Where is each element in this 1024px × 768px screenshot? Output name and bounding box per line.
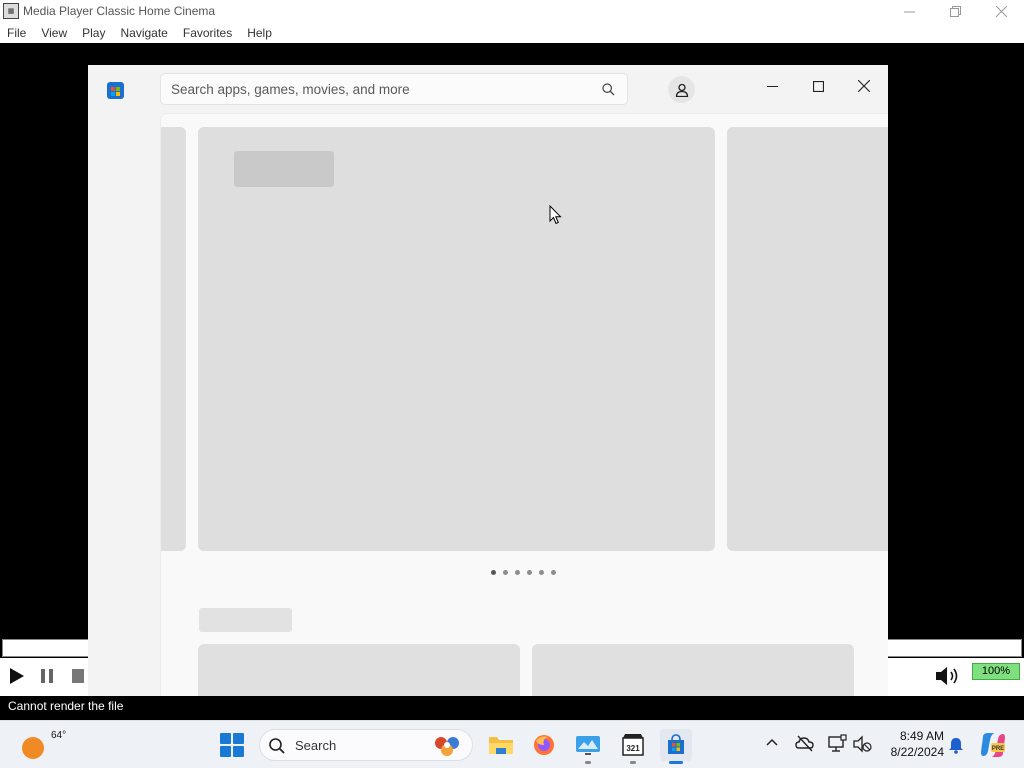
active-indicator <box>669 761 683 764</box>
taskbar-firefox[interactable] <box>528 729 560 761</box>
close-icon <box>995 5 1007 17</box>
media-player-classic-icon: 321 <box>622 734 644 756</box>
store-icon <box>668 734 684 754</box>
running-indicator <box>630 761 636 764</box>
status-bar: Cannot render the file <box>0 696 1024 720</box>
taskbar-media-player-classic[interactable]: 321 <box>617 729 649 764</box>
carousel-dot[interactable] <box>527 570 532 575</box>
close-button[interactable] <box>978 0 1024 22</box>
app-card-placeholder[interactable] <box>532 644 854 696</box>
carousel-dot[interactable] <box>551 570 556 575</box>
taskbar-search[interactable]: Search <box>259 729 473 761</box>
mouse-cursor-icon <box>549 205 562 225</box>
play-icon <box>10 668 24 684</box>
menu-navigate[interactable]: Navigate <box>113 26 175 40</box>
network-icon[interactable] <box>827 734 847 754</box>
carousel-dot[interactable] <box>491 570 496 575</box>
volume-slider[interactable]: 100% <box>972 663 1020 680</box>
menu-play[interactable]: Play <box>75 26 113 40</box>
menu-help[interactable]: Help <box>240 26 280 40</box>
minimize-icon <box>903 11 915 12</box>
pause-button[interactable] <box>35 664 59 688</box>
running-indicator <box>585 761 591 764</box>
carousel-dots <box>491 570 556 575</box>
store-search-box[interactable] <box>160 73 628 105</box>
search-icon <box>269 738 285 754</box>
taskbar-file-explorer[interactable] <box>485 729 517 761</box>
maximize-icon <box>812 80 824 92</box>
minimize-button[interactable] <box>886 0 932 22</box>
window-title: Media Player Classic Home Cinema <box>23 4 216 18</box>
hero-card-main[interactable] <box>198 127 715 551</box>
system-clock[interactable]: 8:49 AM 8/22/2024 <box>880 728 944 760</box>
mpc-window-controls <box>886 0 1024 22</box>
taskbar: 64° Search 321 8:49 AM 8/22/2024 PRE <box>0 720 1024 768</box>
volume-icon[interactable] <box>934 664 962 688</box>
search-icon[interactable] <box>602 83 615 96</box>
clock-date: 8/22/2024 <box>890 745 944 759</box>
play-button[interactable] <box>5 664 29 688</box>
menu-view[interactable]: View <box>34 26 75 40</box>
remote-desktop-icon <box>576 736 600 755</box>
clock-time: 8:49 AM <box>899 729 944 743</box>
taskbar-search-label: Search <box>295 738 337 753</box>
store-search-input[interactable] <box>171 74 591 104</box>
mpc-titlebar: ▦ Media Player Classic Home Cinema <box>0 0 1024 22</box>
firefox-icon <box>534 735 554 755</box>
folder-icon <box>489 737 513 754</box>
carousel-dot[interactable] <box>503 570 508 575</box>
start-button[interactable] <box>220 733 244 757</box>
taskbar-microsoft-store[interactable] <box>660 729 692 764</box>
stop-button[interactable] <box>66 664 90 688</box>
taskbar-remote-desktop[interactable] <box>572 729 604 764</box>
chevron-up-icon[interactable] <box>765 735 779 749</box>
weather-temperature: 64° <box>51 730 67 741</box>
section-title-placeholder <box>199 608 292 632</box>
app-card-placeholder[interactable] <box>198 644 520 696</box>
store-close-button[interactable] <box>841 71 887 101</box>
restore-icon <box>949 5 961 17</box>
restore-button[interactable] <box>932 0 978 22</box>
weather-widget[interactable]: 64° <box>20 729 66 759</box>
store-window <box>88 65 888 696</box>
store-maximize-button[interactable] <box>795 71 841 101</box>
volume-muted-icon[interactable] <box>852 734 872 754</box>
copilot-icon[interactable]: PRE <box>979 731 1007 759</box>
carousel-dot[interactable] <box>539 570 544 575</box>
svg-text:321: 321 <box>626 744 640 753</box>
hero-title-placeholder <box>234 151 334 187</box>
store-logo-icon <box>107 82 124 99</box>
user-icon <box>675 83 688 97</box>
svg-text:PRE: PRE <box>992 746 1004 752</box>
stop-icon <box>72 669 84 683</box>
close-icon <box>858 80 870 92</box>
weather-sun-icon <box>22 737 44 759</box>
hero-card-next[interactable] <box>727 127 888 551</box>
onedrive-offline-icon[interactable] <box>795 734 815 754</box>
menu-favorites[interactable]: Favorites <box>176 26 240 40</box>
mpc-app-icon: ▦ <box>3 3 19 19</box>
notification-bell-icon[interactable] <box>947 736 965 754</box>
menu-file[interactable]: File <box>0 26 34 40</box>
menu-bar: File View Play Navigate Favorites Help <box>0 22 1024 43</box>
store-content <box>160 113 888 696</box>
pause-icon <box>41 669 53 683</box>
hero-card-previous[interactable] <box>161 127 186 551</box>
store-minimize-button[interactable] <box>749 71 795 101</box>
account-button[interactable] <box>668 76 695 103</box>
carousel-dot[interactable] <box>515 570 520 575</box>
minimize-icon <box>766 85 778 87</box>
search-highlight-icon <box>435 737 459 756</box>
